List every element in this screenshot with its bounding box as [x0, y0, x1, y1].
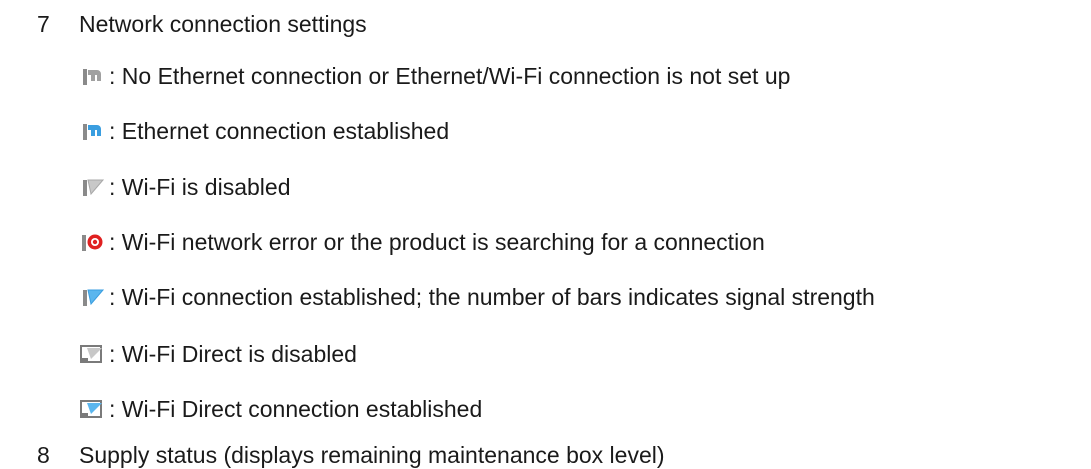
item-text: : Wi-Fi Direct is disabled [109, 341, 357, 367]
section-title-network: Network connection settings [79, 11, 367, 37]
wifi-direct-connected-icon [79, 396, 107, 422]
list-item: : Wi-Fi Direct is disabled [79, 340, 357, 368]
list-item: : Wi-Fi is disabled [79, 173, 290, 201]
item-text: : No Ethernet connection or Ethernet/Wi-… [109, 63, 791, 89]
wifi-direct-disabled-icon [79, 341, 107, 367]
list-item: : Wi-Fi connection established; the numb… [79, 283, 875, 311]
list-item: : No Ethernet connection or Ethernet/Wi-… [79, 62, 790, 90]
item-text: : Wi-Fi connection established; the numb… [109, 284, 875, 310]
item-text: : Ethernet connection established [109, 118, 450, 144]
list-item: : Wi-Fi Direct connection established [79, 395, 482, 423]
wifi-disabled-icon [79, 174, 107, 200]
item-text: : Wi-Fi is disabled [109, 174, 291, 200]
wifi-connected-icon [79, 284, 107, 310]
wifi-error-icon [79, 229, 107, 255]
section-number-7: 7 [37, 11, 50, 37]
item-text: : Wi-Fi network error or the product is … [109, 229, 765, 255]
item-text: : Wi-Fi Direct connection established [109, 396, 483, 422]
list-item: : Wi-Fi network error or the product is … [79, 228, 765, 256]
section-number-8: 8 [37, 442, 50, 468]
ethernet-disconnected-icon [79, 63, 107, 89]
list-item: : Ethernet connection established [79, 117, 449, 145]
section-title-supply: Supply status (displays remaining mainte… [79, 442, 665, 468]
ethernet-connected-icon [79, 118, 107, 144]
